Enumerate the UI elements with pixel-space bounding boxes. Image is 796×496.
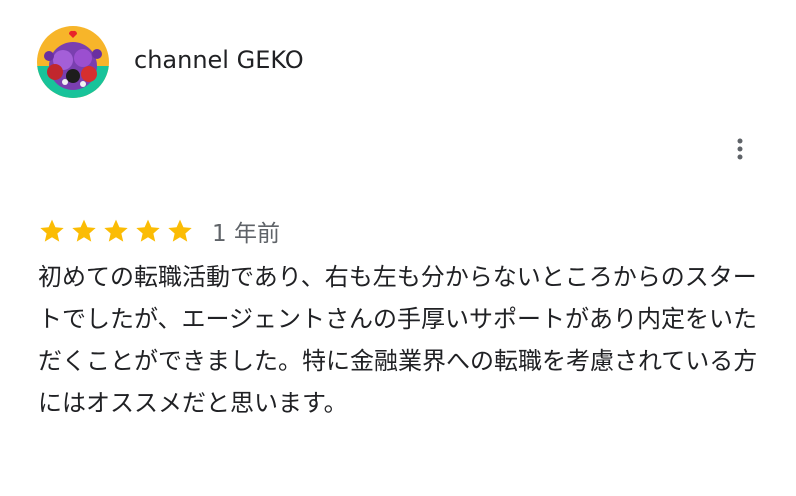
star-icon — [134, 217, 162, 245]
rating-row: 1 年前 — [38, 214, 280, 248]
review-text: 初めての転職活動であり、右も左も分からないところからのスタートでしたが、エージェ… — [38, 263, 758, 417]
avatar[interactable] — [37, 26, 109, 98]
review-date: 1 年前 — [212, 221, 280, 247]
more-vertical-icon — [737, 138, 743, 160]
author-name[interactable]: channel GEKO — [134, 44, 304, 76]
more-options-button[interactable] — [724, 133, 756, 165]
star-icon — [102, 217, 130, 245]
star-rating — [38, 217, 194, 245]
star-icon — [166, 217, 194, 245]
star-icon — [70, 217, 98, 245]
star-icon — [38, 217, 66, 245]
